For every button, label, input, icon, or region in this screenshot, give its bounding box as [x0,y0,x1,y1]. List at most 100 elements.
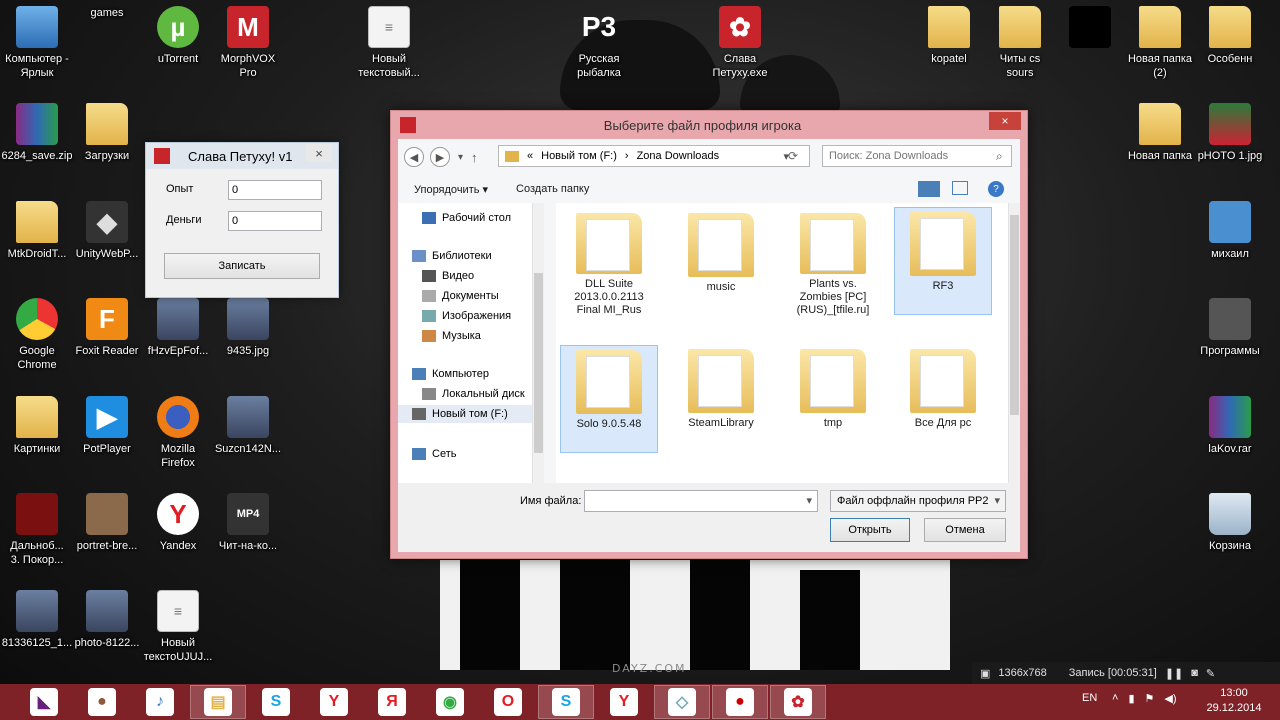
desktop-shortcut[interactable]: M MorphVOX Pro [211,6,285,80]
breadcrumb-item[interactable]: Zona Downloads [637,150,720,162]
breadcrumb-separator[interactable]: › [625,150,629,162]
camera-icon[interactable]: ◙ [1191,667,1198,679]
taskbar-button[interactable]: Y [596,685,652,719]
tree-item[interactable]: Видео [422,267,474,285]
desktop-shortcut[interactable]: Читы cs sours [983,6,1057,80]
filename-input[interactable]: ▾ [584,490,818,512]
taskbar-button[interactable]: O [480,685,536,719]
dengi-input[interactable] [228,211,322,231]
desktop-shortcut[interactable]: ≡ Новый текстоUJUJ... [141,590,215,664]
desktop-shortcut[interactable]: pHOTO 1.jpg [1193,103,1267,163]
tree-item[interactable]: Рабочий стол [422,209,511,227]
folder-item[interactable]: RF3 [894,207,992,315]
pen-icon[interactable]: ✎ [1206,667,1215,680]
write-button[interactable]: Записать [164,253,320,279]
desktop-shortcut[interactable]: fHzvEpFof... [141,298,215,358]
taskbar-button[interactable]: ◣ [16,685,72,719]
desktop-shortcut[interactable]: Google Chrome [0,298,74,372]
desktop-shortcut[interactable]: ◷games [70,6,1280,720]
folder-item[interactable]: DLL Suite 2013.0.0.2113 Final MI_Rus [560,209,658,317]
screen-icon[interactable]: ▣ [980,667,990,680]
desktop-shortcut[interactable]: ≡ Новый текстовый... [352,6,426,80]
help-icon[interactable]: ? [988,181,1004,197]
desktop-shortcut[interactable]: Y Yandex [141,493,215,553]
taskbar-button[interactable]: ◉ [422,685,478,719]
desktop-shortcut[interactable]: Программы [1193,298,1267,358]
desktop-shortcut[interactable]: photo-8122... [70,590,144,650]
breadcrumb-item[interactable]: Новый том (F:) [541,150,617,162]
search-icon[interactable]: ⌕ [996,149,1003,164]
open-button[interactable]: Открыть [830,518,910,542]
recent-locations-chevron-icon[interactable]: ▾ [458,152,463,163]
desktop-shortcut[interactable]: portret-bre... [70,493,144,553]
tree-scrollbar[interactable] [532,203,544,483]
taskbar-button[interactable]: Y [306,685,362,719]
desktop-shortcut[interactable]: ✿ Слава Петуху.exe [703,6,777,80]
address-bar[interactable]: « Новый том (F:) › Zona Downloads ▾ ⟳ [498,145,810,167]
folder-item[interactable]: Solo 9.0.5.48 [560,345,658,453]
taskbar-button[interactable]: Я [364,685,420,719]
desktop-shortcut[interactable]: михаил [1193,201,1267,261]
desktop-shortcut[interactable]: Новая папка [1123,103,1197,163]
tree-item[interactable]: Новый том (F:) [398,405,532,423]
desktop-shortcut[interactable]: µ uTorrent [141,6,215,66]
desktop-shortcut[interactable]: Особенн [1193,6,1267,66]
desktop-shortcut[interactable]: laKov.rar [1193,396,1267,456]
forward-arrow-icon[interactable]: ▶ [430,147,450,167]
search-input[interactable] [822,145,1012,167]
desktop-shortcut[interactable]: Загрузки [70,103,144,163]
tree-item[interactable]: Библиотеки [412,247,492,265]
desktop-shortcut[interactable]: F Foxit Reader [70,298,144,358]
desktop-shortcut[interactable]: kopatel [912,6,986,66]
flag-icon[interactable]: ⚑ [1145,692,1155,705]
tree-item[interactable]: Изображения [422,307,511,325]
back-arrow-icon[interactable]: ◀ [404,147,424,167]
desktop-shortcut[interactable]: Корзина [1193,493,1267,553]
scrollbar-thumb[interactable] [534,273,543,453]
taskbar-button[interactable]: ● [712,685,768,719]
desktop-shortcut[interactable]: ▶ PotPlayer [70,396,144,456]
desktop-shortcut[interactable]: 9435.jpg [211,298,285,358]
file-type-select[interactable]: Файл оффлайн профиля PP2 ▾ [830,490,1006,512]
tree-item[interactable]: Сеть [412,445,456,463]
folder-item[interactable]: Все Для pc [894,345,992,453]
desktop-shortcut[interactable]: 6284_save.zip [0,103,74,163]
desktop-shortcut[interactable]: MP4 Чит-на-ко... [211,493,285,553]
network-icon[interactable]: ▮ [1128,692,1134,705]
chevron-down-icon[interactable]: ▾ [806,494,812,507]
breadcrumb-overflow[interactable]: « [527,150,533,162]
scrollbar-thumb[interactable] [1010,215,1019,415]
desktop-shortcut[interactable]: ◆ UnityWebP... [70,201,144,261]
desktop-shortcut[interactable]: Картинки [0,396,74,456]
tree-item[interactable]: Музыка [422,327,481,345]
desktop-shortcut[interactable]: Компьютер - Ярлык [0,6,74,80]
taskbar-button[interactable]: S [248,685,304,719]
close-button[interactable]: × [306,144,332,162]
desktop-shortcut[interactable]: MtkDroidT... [0,201,74,261]
opyt-input[interactable] [228,180,322,200]
folder-item[interactable]: tmp [784,345,882,453]
chevron-up-icon[interactable]: ˄ [1112,692,1118,705]
refresh-icon[interactable]: ⟳ [788,149,798,163]
desktop-shortcut[interactable]: P3 Русская рыбалка [562,6,636,80]
new-folder-button[interactable]: Создать папку [516,183,589,195]
folder-item[interactable]: Plants vs. Zombies [PC] (RUS)_[tfile.ru] [784,209,882,317]
cancel-button[interactable]: Отмена [924,518,1006,542]
desktop-shortcut[interactable]: Новая папка (2) [1123,6,1197,80]
taskbar-button[interactable]: ● [74,685,130,719]
taskbar-button[interactable]: ♪ [132,685,188,719]
tree-item[interactable]: Локальный диск [422,385,525,403]
language-indicator[interactable]: EN [1082,692,1097,704]
desktop-shortcut[interactable]: Mozilla Firefox [141,396,215,470]
desktop-shortcut[interactable]: 81336125_1... [0,590,74,650]
taskbar-button[interactable]: S [538,685,594,719]
taskbar-button[interactable]: ✿ [770,685,826,719]
taskbar-button[interactable]: ▤ [190,685,246,719]
file-list-scrollbar[interactable] [1008,203,1020,483]
clock[interactable]: 13:00 29.12.2014 [1202,686,1266,716]
volume-icon[interactable]: ◀) [1164,692,1176,705]
tree-item[interactable]: Компьютер [412,365,489,383]
desktop-shortcut[interactable]: Дальноб... 3. Покор... [0,493,74,567]
close-button[interactable]: × [989,112,1021,130]
pause-icon[interactable]: ❚❚ [1165,667,1183,680]
